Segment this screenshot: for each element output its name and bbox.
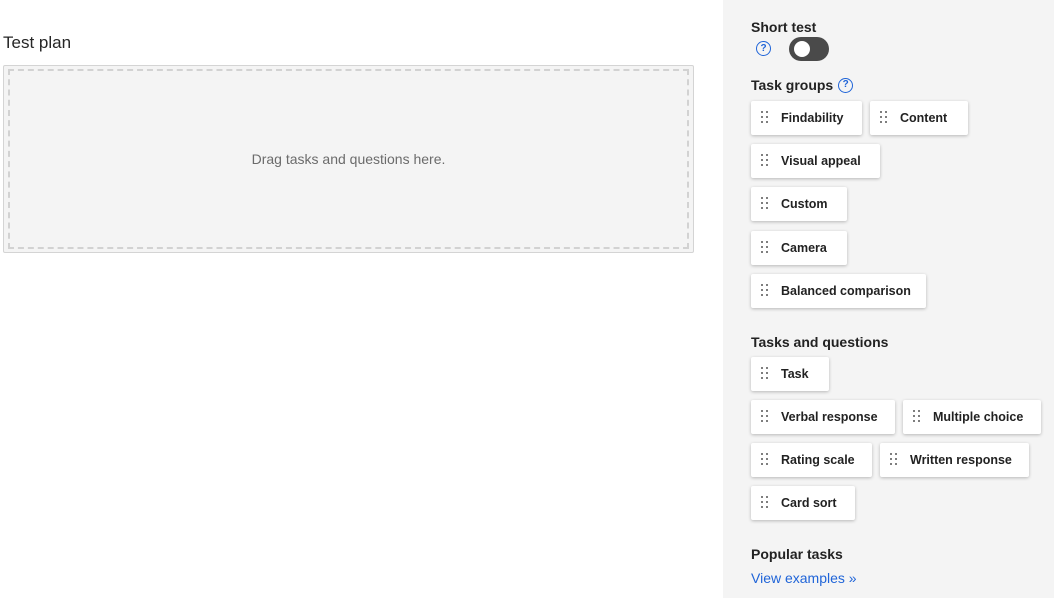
chip-label: Custom	[781, 197, 828, 211]
drag-handle-icon[interactable]	[761, 410, 769, 424]
view-examples-link[interactable]: View examples »	[751, 570, 857, 586]
toggle-knob	[794, 41, 810, 57]
short-test-toggle[interactable]	[789, 37, 829, 61]
chip-label: Rating scale	[781, 453, 855, 467]
chip-rating-scale[interactable]: Rating scale	[751, 443, 872, 477]
chip-custom[interactable]: Custom	[751, 187, 847, 221]
chip-camera[interactable]: Camera	[751, 231, 847, 265]
chip-label: Task	[781, 367, 809, 381]
chip-label: Findability	[781, 111, 844, 125]
test-plan-dropzone[interactable]: Drag tasks and questions here.	[3, 65, 694, 253]
drag-handle-icon[interactable]	[913, 410, 921, 424]
test-plan-panel: Test plan Drag tasks and questions here.	[0, 0, 723, 598]
short-test-heading: Short test	[751, 19, 817, 35]
chip-balanced-comparison[interactable]: Balanced comparison	[751, 274, 926, 308]
chip-label: Written response	[910, 453, 1012, 467]
drag-handle-icon[interactable]	[761, 197, 769, 211]
chip-verbal-response[interactable]: Verbal response	[751, 400, 895, 434]
chip-findability[interactable]: Findability	[751, 101, 862, 135]
short-test-help-icon[interactable]: ?	[756, 41, 771, 56]
chip-visual-appeal[interactable]: Visual appeal	[751, 144, 880, 178]
chip-label: Content	[900, 111, 948, 125]
drag-handle-icon[interactable]	[761, 154, 769, 168]
chip-label: Verbal response	[781, 410, 878, 424]
popular-tasks-heading: Popular tasks	[751, 546, 843, 562]
drag-handle-icon[interactable]	[761, 367, 769, 381]
chip-label: Visual appeal	[781, 154, 861, 168]
drag-handle-icon[interactable]	[761, 111, 769, 125]
chip-card-sort[interactable]: Card sort	[751, 486, 855, 520]
chip-content[interactable]: Content	[870, 101, 968, 135]
chip-label: Card sort	[781, 496, 837, 510]
tasks-and-questions-heading: Tasks and questions	[751, 334, 889, 350]
drag-handle-icon[interactable]	[761, 241, 769, 255]
chip-label: Multiple choice	[933, 410, 1024, 424]
chip-label: Balanced comparison	[781, 284, 911, 298]
chip-label: Camera	[781, 241, 827, 255]
drag-handle-icon[interactable]	[890, 453, 898, 467]
sidebar: Short test ? Task groups ? Findability C…	[723, 0, 1054, 598]
chip-task[interactable]: Task	[751, 357, 829, 391]
page-title: Test plan	[3, 33, 72, 52]
drag-handle-icon[interactable]	[880, 111, 888, 125]
dropzone-border: Drag tasks and questions here.	[8, 69, 689, 249]
task-groups-heading: Task groups	[751, 77, 834, 93]
drag-handle-icon[interactable]	[761, 496, 769, 510]
task-groups-help-icon[interactable]: ?	[838, 77, 854, 93]
chip-multiple-choice[interactable]: Multiple choice	[903, 400, 1041, 434]
drag-handle-icon[interactable]	[761, 284, 769, 298]
task-groups-header: Task groups ?	[751, 77, 854, 93]
chip-written-response[interactable]: Written response	[880, 443, 1029, 477]
drag-handle-icon[interactable]	[761, 453, 769, 467]
dropzone-hint: Drag tasks and questions here.	[251, 151, 446, 167]
